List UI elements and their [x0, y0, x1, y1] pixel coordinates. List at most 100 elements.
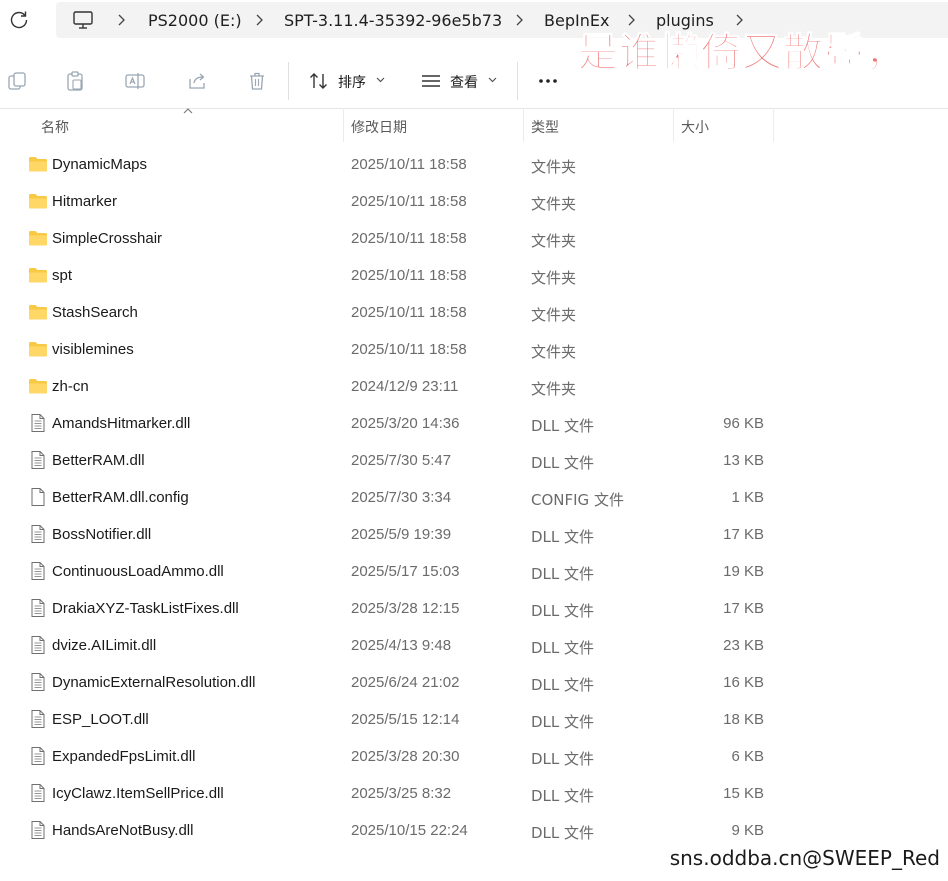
file-type: 文件夹: [531, 269, 577, 287]
file-row[interactable]: ExpandedFpsLimit.dll 2025/3/28 20:30 DLL 文…: [0, 738, 948, 775]
file-date: 2025/3/28 20:30: [351, 748, 460, 765]
file-name[interactable]: SimpleCrosshair: [52, 230, 162, 247]
column-header-name-label: 名称: [41, 120, 69, 136]
file-name[interactable]: Hitmarker: [52, 193, 117, 210]
folder-icon: [28, 266, 48, 284]
file-name[interactable]: BossNotifier.dll: [52, 526, 151, 543]
file-name[interactable]: ContinuousLoadAmmo.dll: [52, 563, 224, 580]
file-row[interactable]: BossNotifier.dll 2025/5/9 19:39 DLL 文件 17 K…: [0, 516, 948, 553]
sort-button[interactable]: 排序: [308, 68, 390, 94]
file-date: 2025/5/15 12:14: [351, 711, 460, 728]
view-button[interactable]: 查看: [420, 68, 500, 94]
refresh-icon[interactable]: [8, 9, 30, 31]
file-name[interactable]: HandsAreNotBusy.dll: [52, 822, 193, 839]
rename-icon[interactable]: [124, 70, 146, 92]
dll-file-icon: [28, 451, 48, 469]
column-header-type[interactable]: 类型: [524, 108, 673, 142]
folder-row[interactable]: Hitmarker 2025/10/11 18:58 文件夹: [0, 183, 948, 220]
column-divider[interactable]: [773, 108, 774, 142]
file-type: 文件夹: [531, 380, 577, 398]
dll-file-icon: [28, 710, 48, 728]
file-name[interactable]: DynamicExternalResolution.dll: [52, 674, 255, 691]
file-type: DLL 文件: [531, 454, 595, 472]
file-date: 2025/6/24 21:02: [351, 674, 460, 691]
file-name[interactable]: IcyClawz.ItemSellPrice.dll: [52, 785, 224, 802]
dll-file-icon: [28, 784, 48, 802]
file-name[interactable]: visiblemines: [52, 341, 134, 358]
file-type: DLL 文件: [531, 676, 595, 694]
file-name[interactable]: DrakiaXYZ-TaskListFixes.dll: [52, 600, 239, 617]
file-row[interactable]: BetterRAM.dll 2025/7/30 5:47 DLL 文件 13 KB: [0, 442, 948, 479]
paste-icon[interactable]: [64, 70, 86, 92]
folder-icon: [28, 340, 48, 358]
file-type: 文件夹: [531, 343, 577, 361]
command-bar: 排序 查看: [0, 52, 948, 109]
file-name[interactable]: spt: [52, 267, 72, 284]
chevron-right-icon: [516, 14, 523, 26]
folder-row[interactable]: SimpleCrosshair 2025/10/11 18:58 文件夹: [0, 220, 948, 257]
file-name[interactable]: zh-cn: [52, 378, 89, 395]
file-type: DLL 文件: [531, 750, 595, 768]
file-row[interactable]: DrakiaXYZ-TaskListFixes.dll 2025/3/28 12:…: [0, 590, 948, 627]
file-row[interactable]: HandsAreNotBusy.dll 2025/10/15 22:24 DLL 文…: [0, 812, 948, 849]
file-size: 1 KB: [731, 489, 764, 506]
blank-file-icon: [28, 488, 48, 506]
file-date: 2025/7/30 3:34: [351, 489, 452, 506]
dll-file-icon: [28, 821, 48, 839]
share-icon[interactable]: [186, 70, 208, 92]
file-date: 2025/10/15 22:24: [351, 822, 468, 839]
file-row[interactable]: ESP_LOOT.dll 2025/5/15 12:14 DLL 文件 18 KB: [0, 701, 948, 738]
file-type: CONFIG 文件: [531, 491, 624, 509]
file-row[interactable]: DynamicExternalResolution.dll 2025/6/24 2…: [0, 664, 948, 701]
file-size: 19 KB: [723, 563, 764, 580]
copy-icon[interactable]: [6, 70, 28, 92]
more-options-icon[interactable]: [537, 70, 559, 92]
file-date: 2025/3/25 8:32: [351, 785, 452, 802]
file-type: DLL 文件: [531, 602, 595, 620]
file-name[interactable]: ExpandedFpsLimit.dll: [52, 748, 195, 765]
file-type: 文件夹: [531, 158, 577, 176]
file-name[interactable]: BetterRAM.dll: [52, 452, 145, 469]
file-row[interactable]: IcyClawz.ItemSellPrice.dll 2025/3/25 8:32…: [0, 775, 948, 812]
file-type: 文件夹: [531, 232, 577, 250]
file-name[interactable]: AmandsHitmarker.dll: [52, 415, 190, 432]
folder-row[interactable]: spt 2025/10/11 18:58 文件夹: [0, 257, 948, 294]
file-date: 2025/7/30 5:47: [351, 452, 452, 469]
column-header-date[interactable]: 修改日期: [344, 108, 523, 142]
file-type: DLL 文件: [531, 824, 595, 842]
column-header-size[interactable]: 大小: [674, 108, 773, 142]
file-size: 16 KB: [723, 674, 764, 691]
file-name[interactable]: StashSearch: [52, 304, 138, 321]
file-name[interactable]: DynamicMaps: [52, 156, 147, 173]
file-row[interactable]: dvize.AILimit.dll 2025/4/13 9:48 DLL 文件 23 …: [0, 627, 948, 664]
folder-row[interactable]: visiblemines 2025/10/11 18:58 文件夹: [0, 331, 948, 368]
file-type: DLL 文件: [531, 639, 595, 657]
folder-row[interactable]: StashSearch 2025/10/11 18:58 文件夹: [0, 294, 948, 331]
file-row[interactable]: AmandsHitmarker.dll 2025/3/20 14:36 DLL 文件…: [0, 405, 948, 442]
delete-icon[interactable]: [246, 70, 268, 92]
breadcrumb-item-spt[interactable]: SPT-3.11.4-35392-96e5b73: [284, 11, 502, 30]
this-pc-icon[interactable]: [72, 10, 94, 30]
folder-row[interactable]: zh-cn 2024/12/9 23:11 文件夹: [0, 368, 948, 405]
file-row[interactable]: BetterRAM.dll.config 2025/7/30 3:34 CONFIG…: [0, 479, 948, 516]
file-name[interactable]: dvize.AILimit.dll: [52, 637, 156, 654]
sort-label: 排序: [338, 75, 366, 91]
file-type: DLL 文件: [531, 787, 595, 805]
file-name[interactable]: BetterRAM.dll.config: [52, 489, 189, 506]
file-date: 2025/3/28 12:15: [351, 600, 460, 617]
toolbar-divider: [517, 62, 518, 100]
file-name[interactable]: ESP_LOOT.dll: [52, 711, 149, 728]
folder-icon: [28, 303, 48, 321]
breadcrumb-item-drive[interactable]: PS2000 (E:): [148, 11, 242, 30]
folder-row[interactable]: DynamicMaps 2025/10/11 18:58 文件夹: [0, 146, 948, 183]
sort-icon: [310, 73, 327, 89]
column-header-name[interactable]: 名称: [0, 108, 343, 142]
file-date: 2025/5/17 15:03: [351, 563, 460, 580]
file-row[interactable]: ContinuousLoadAmmo.dll 2025/5/17 15:03 DLL…: [0, 553, 948, 590]
file-size: 23 KB: [723, 637, 764, 654]
file-date: 2025/10/11 18:58: [351, 341, 467, 358]
file-type: DLL 文件: [531, 417, 595, 435]
watermark-bottom: sns.oddba.cn@SWEEP_Red: [669, 846, 940, 870]
file-size: 18 KB: [723, 711, 764, 728]
folder-icon: [28, 377, 48, 395]
